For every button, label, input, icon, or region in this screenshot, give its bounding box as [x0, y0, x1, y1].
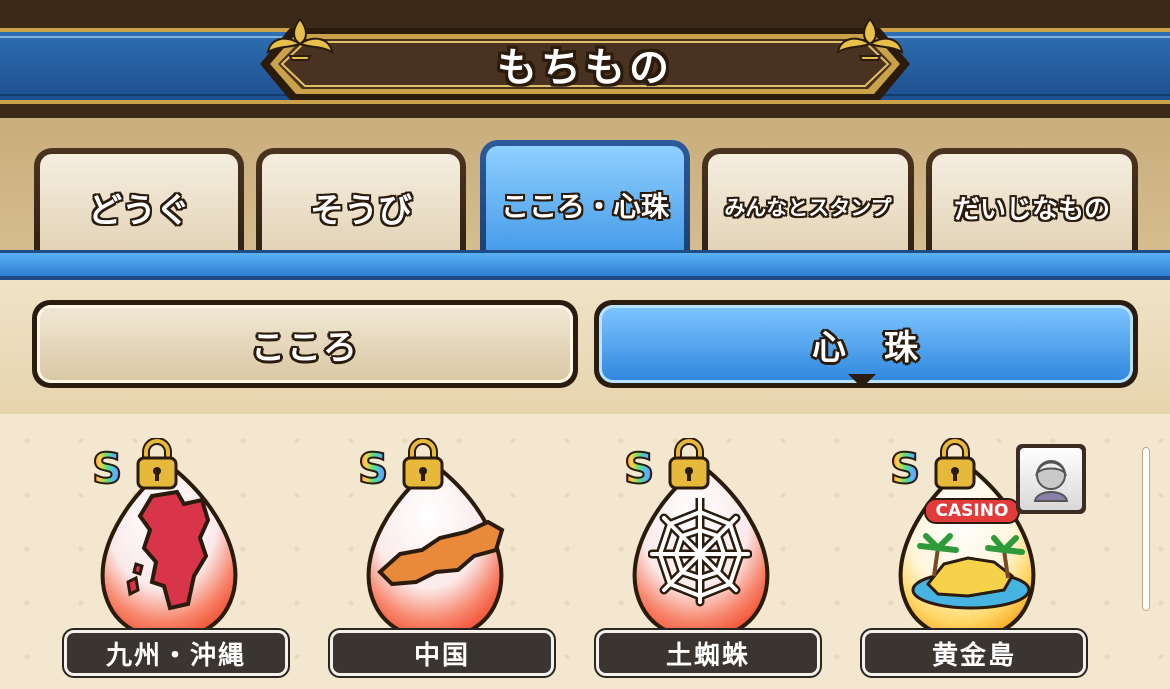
tab-rail	[0, 250, 1170, 280]
item-card[interactable]: S 九州・沖縄	[62, 432, 290, 682]
casino-island-icon	[911, 533, 1031, 610]
kyushu-map-icon	[126, 489, 211, 611]
tab-equipment[interactable]: そうび	[256, 148, 466, 260]
equipped-avatar	[1016, 444, 1086, 514]
tab-stamps[interactable]: みんなとスタンプ	[702, 148, 914, 260]
character-avatar-icon	[1033, 460, 1069, 502]
page-title: もちもの	[497, 45, 673, 91]
tab-label: みんなとスタンプ	[708, 154, 908, 260]
subtab-kokoro[interactable]: こころ	[32, 300, 578, 388]
casino-badge: CASINO	[924, 498, 1020, 524]
item-name: 土蜘蛛	[596, 630, 820, 676]
subtab-zone: こころ 心 珠	[0, 280, 1170, 414]
lock-icon	[668, 438, 710, 490]
tab-label: そうび	[262, 154, 460, 260]
tab-items[interactable]: どうぐ	[34, 148, 244, 260]
chugoku-map-icon	[377, 519, 505, 587]
rank-badge: S	[357, 443, 389, 494]
scroll-thumb[interactable]	[1143, 448, 1149, 610]
title-plate: もちもの	[220, 14, 950, 114]
rank-badge: S	[623, 443, 655, 494]
lock-icon	[934, 438, 976, 490]
item-card[interactable]: S 土蜘蛛	[594, 432, 822, 682]
item-card[interactable]: S 中国	[328, 432, 556, 682]
lock-icon	[136, 438, 178, 490]
scrollbar[interactable]	[1143, 448, 1149, 610]
item-name: 九州・沖縄	[64, 630, 288, 676]
rank-badge: S	[91, 443, 123, 494]
tab-kokoro-shinju[interactable]: こころ・心珠	[480, 140, 690, 264]
subtab-label: 心 珠	[599, 305, 1133, 383]
rank-badge: S	[889, 443, 921, 494]
subtab-label: こころ	[37, 305, 573, 383]
spider-web-icon	[648, 498, 752, 607]
tab-label: こころ・心珠	[486, 146, 684, 264]
active-subtab-pointer	[848, 374, 876, 388]
tab-key-items[interactable]: だいじなもの	[926, 148, 1138, 260]
tab-label: だいじなもの	[932, 154, 1132, 260]
tab-label: どうぐ	[40, 154, 238, 260]
lock-icon	[402, 438, 444, 490]
item-name: 中国	[330, 630, 554, 676]
item-name: 黄金島	[862, 630, 1086, 676]
